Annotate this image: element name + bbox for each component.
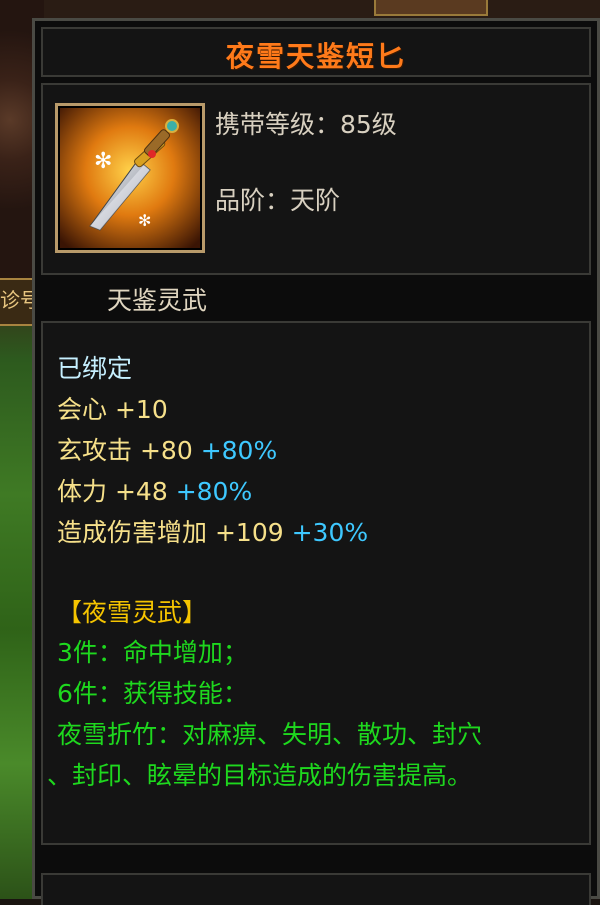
set-bonus-line: 6件：获得技能： bbox=[57, 679, 248, 708]
item-title-bar: 夜雪天鉴短匕 bbox=[41, 27, 591, 77]
item-tooltip: 夜雪天鉴短匕 ✻ ✻ 携带等级：85级 品阶：天阶 天鉴灵武 已绑定 会心 +1… bbox=[32, 18, 600, 905]
stat-label: 造成伤害增加 bbox=[57, 518, 208, 547]
svg-text:✻: ✻ bbox=[94, 149, 112, 174]
set-bonus-line: 、封印、眩晕的目标造成的伤害提高。 bbox=[47, 761, 473, 790]
set-series-label: 天鉴灵武 bbox=[107, 286, 208, 315]
stat-label: 体力 bbox=[57, 477, 108, 506]
stat-value: +48 bbox=[114, 477, 168, 506]
stat-percent: +30% bbox=[291, 518, 369, 547]
stat-row: 体力 +48 +80% bbox=[57, 472, 252, 508]
item-icon-slot[interactable]: ✻ ✻ bbox=[55, 103, 205, 253]
carry-level: 携带等级：85级 bbox=[215, 110, 397, 139]
set-bonus-line: 夜雪折竹：对麻痹、失明、散功、封穴 bbox=[57, 720, 483, 749]
stat-label: 会心 bbox=[57, 395, 108, 424]
stat-value: +10 bbox=[114, 395, 168, 424]
background-frame-fragment bbox=[374, 0, 488, 16]
stat-value: +80 bbox=[139, 436, 193, 465]
stat-percent: +80% bbox=[200, 436, 278, 465]
bound-status: 已绑定 bbox=[57, 354, 133, 383]
svg-text:✻: ✻ bbox=[138, 211, 151, 230]
item-header: ✻ ✻ 携带等级：85级 品阶：天阶 bbox=[41, 83, 591, 275]
stat-row: 玄攻击 +80 +80% bbox=[57, 431, 277, 467]
background-top bbox=[44, 0, 600, 18]
item-grade: 品阶：天阶 bbox=[215, 186, 341, 215]
stat-row: 造成伤害增加 +109 +30% bbox=[57, 513, 368, 549]
item-footer-section bbox=[41, 873, 591, 905]
stat-row: 会心 +10 bbox=[57, 390, 168, 426]
set-bonus-line: 3件：命中增加； bbox=[57, 638, 248, 667]
item-properties: 已绑定 会心 +10 玄攻击 +80 +80% 体力 +48 +80% 造成伤害… bbox=[41, 321, 591, 845]
stat-value: +109 bbox=[214, 518, 284, 547]
stat-label: 玄攻击 bbox=[57, 436, 133, 465]
item-name: 夜雪天鉴短匕 bbox=[225, 40, 406, 73]
dagger-icon: ✻ ✻ bbox=[60, 108, 200, 248]
set-bonus-title: 【夜雪灵武】 bbox=[57, 598, 208, 627]
stat-percent: +80% bbox=[175, 477, 253, 506]
